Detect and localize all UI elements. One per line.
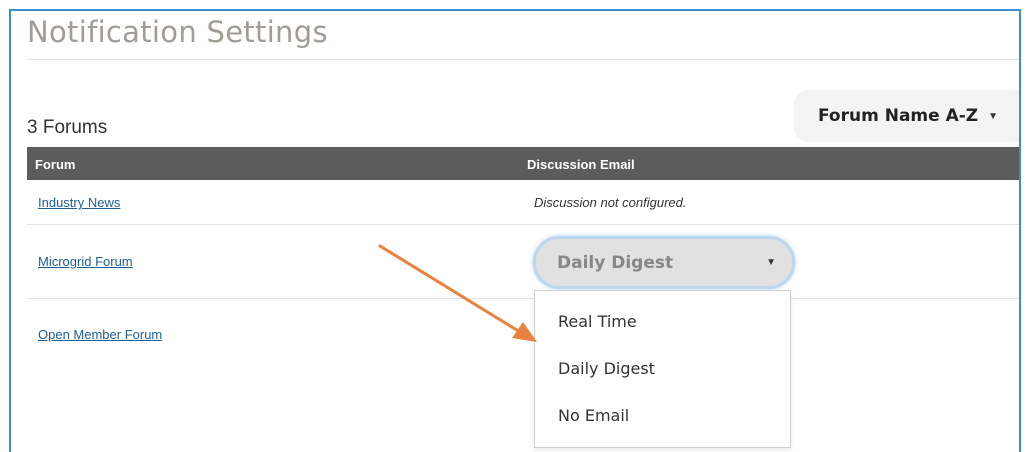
table-header: Forum Discussion Email [27, 147, 1019, 180]
option-daily-digest[interactable]: Daily Digest [535, 346, 790, 392]
column-header-forum: Forum [35, 157, 76, 172]
page-title: Notification Settings [27, 15, 328, 49]
caret-down-icon: ▼ [766, 257, 776, 268]
settings-panel: Notification Settings 3 Forums Forum Nam… [9, 9, 1021, 452]
select-value: Daily Digest [557, 252, 674, 273]
forum-count: 3 Forums [27, 117, 108, 138]
forum-link-open-member-forum[interactable]: Open Member Forum [38, 327, 162, 342]
title-divider [27, 59, 1019, 60]
option-no-email[interactable]: No Email [535, 393, 790, 439]
discussion-email-select[interactable]: Daily Digest ▼ [533, 236, 795, 289]
caret-down-icon: ▼ [988, 110, 999, 122]
sort-dropdown-button[interactable]: Forum Name A-Z ▼ [794, 90, 1019, 142]
column-header-discussion-email: Discussion Email [527, 157, 635, 172]
forum-link-microgrid-forum[interactable]: Microgrid Forum [38, 254, 133, 269]
discussion-status: Discussion not configured. [534, 195, 687, 210]
email-options-dropdown: Real Time Daily Digest No Email [534, 290, 791, 448]
table-row: Open Member Forum [27, 298, 1019, 452]
table-row: Industry News Discussion not configured. [27, 180, 1019, 225]
table-row: Microgrid Forum Daily Digest ▼ [27, 224, 1019, 299]
forum-link-industry-news[interactable]: Industry News [38, 195, 120, 210]
option-real-time[interactable]: Real Time [535, 299, 790, 345]
sort-label: Forum Name A-Z [818, 106, 979, 126]
